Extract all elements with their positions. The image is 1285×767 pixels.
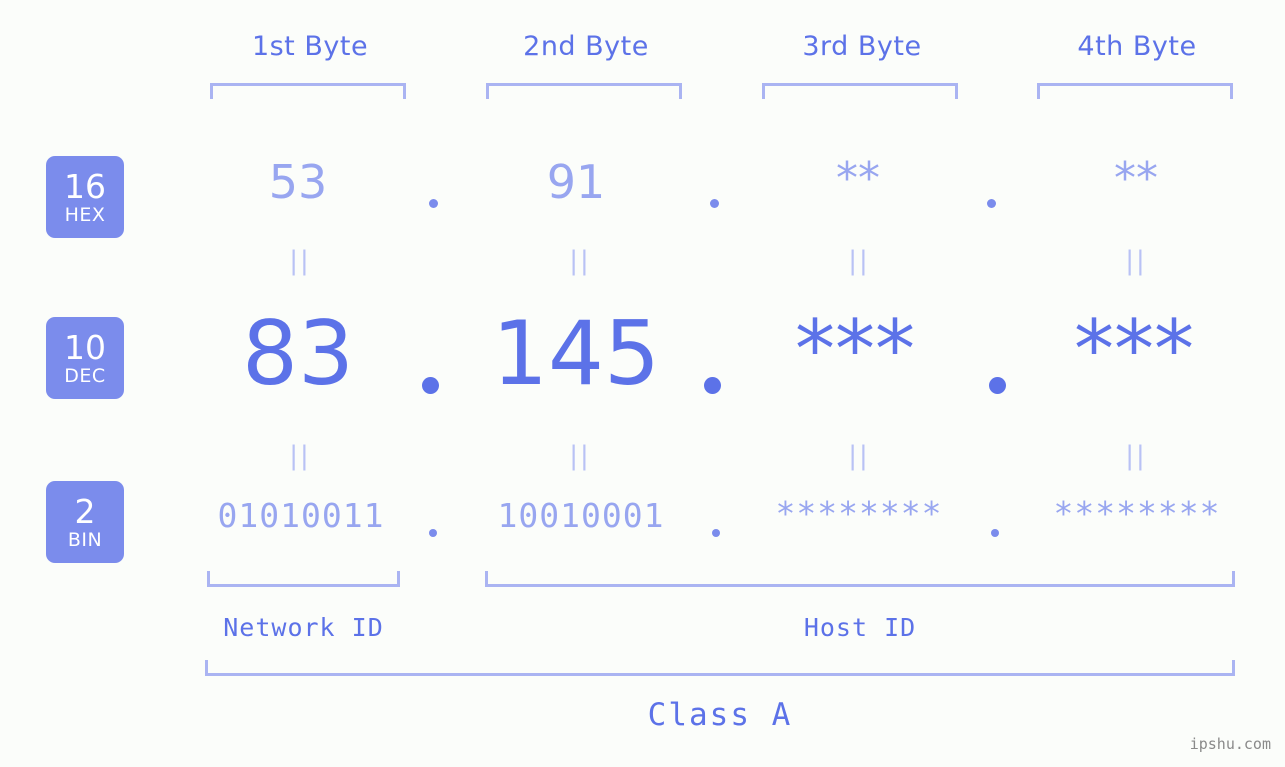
equivalence-mark-hex-dec-1: || bbox=[289, 246, 311, 276]
equivalence-mark-dec-bin-4: || bbox=[1125, 441, 1147, 471]
radix-badge-dec-number: 10 bbox=[64, 327, 106, 367]
site-watermark: ipshu.com bbox=[1189, 735, 1271, 753]
bin-octet-3: ******** bbox=[775, 494, 943, 533]
bin-separator-dot-3 bbox=[991, 529, 999, 537]
network-id-bracket bbox=[207, 571, 400, 587]
byte-bracket-top-1 bbox=[210, 83, 406, 99]
hex-octet-2: 91 bbox=[546, 155, 606, 209]
ip-address-breakdown-diagram: 1st Byte 2nd Byte 3rd Byte 4th Byte 16 H… bbox=[0, 0, 1285, 767]
dec-octet-3: *** bbox=[795, 303, 915, 396]
radix-badge-hex: 16 HEX bbox=[46, 156, 124, 238]
network-id-label: Network ID bbox=[223, 613, 384, 642]
bin-octet-1: 01010011 bbox=[217, 496, 385, 535]
hex-separator-dot-2 bbox=[710, 199, 719, 208]
bin-octet-2: 10010001 bbox=[497, 496, 665, 535]
host-id-bracket bbox=[485, 571, 1235, 587]
byte-header-4: 4th Byte bbox=[1077, 31, 1197, 62]
byte-bracket-top-2 bbox=[486, 83, 682, 99]
dec-separator-dot-1 bbox=[422, 377, 439, 394]
hex-separator-dot-3 bbox=[987, 199, 996, 208]
dec-separator-dot-2 bbox=[704, 377, 721, 394]
radix-badge-bin: 2 BIN bbox=[46, 481, 124, 563]
radix-badge-hex-name: HEX bbox=[64, 203, 106, 226]
dec-separator-dot-3 bbox=[989, 377, 1006, 394]
equivalence-mark-hex-dec-2: || bbox=[569, 246, 591, 276]
radix-badge-bin-number: 2 bbox=[74, 491, 96, 531]
bin-octet-4: ******** bbox=[1053, 494, 1221, 533]
hex-octet-3: ** bbox=[836, 153, 880, 204]
bin-separator-dot-1 bbox=[429, 529, 437, 537]
radix-badge-hex-number: 16 bbox=[64, 166, 106, 206]
byte-header-3: 3rd Byte bbox=[802, 31, 922, 62]
class-label: Class A bbox=[647, 697, 793, 733]
byte-bracket-top-4 bbox=[1037, 83, 1233, 99]
equivalence-mark-dec-bin-3: || bbox=[848, 441, 870, 471]
dec-octet-1: 83 bbox=[242, 302, 354, 405]
equivalence-mark-dec-bin-2: || bbox=[569, 441, 591, 471]
host-id-label: Host ID bbox=[803, 613, 917, 642]
hex-octet-1: 53 bbox=[268, 155, 328, 209]
class-bracket bbox=[205, 660, 1235, 676]
radix-badge-bin-name: BIN bbox=[67, 528, 103, 551]
equivalence-mark-hex-dec-3: || bbox=[848, 246, 870, 276]
byte-header-1: 1st Byte bbox=[251, 31, 369, 62]
radix-badge-dec-name: DEC bbox=[64, 364, 106, 387]
hex-separator-dot-1 bbox=[429, 199, 438, 208]
dec-octet-4: *** bbox=[1074, 303, 1194, 396]
equivalence-mark-dec-bin-1: || bbox=[289, 441, 311, 471]
bin-separator-dot-2 bbox=[712, 529, 720, 537]
radix-badge-dec: 10 DEC bbox=[46, 317, 124, 399]
dec-octet-2: 145 bbox=[492, 302, 660, 405]
byte-header-2: 2nd Byte bbox=[523, 31, 649, 62]
byte-bracket-top-3 bbox=[762, 83, 958, 99]
equivalence-mark-hex-dec-4: || bbox=[1125, 246, 1147, 276]
hex-octet-4: ** bbox=[1114, 153, 1158, 204]
